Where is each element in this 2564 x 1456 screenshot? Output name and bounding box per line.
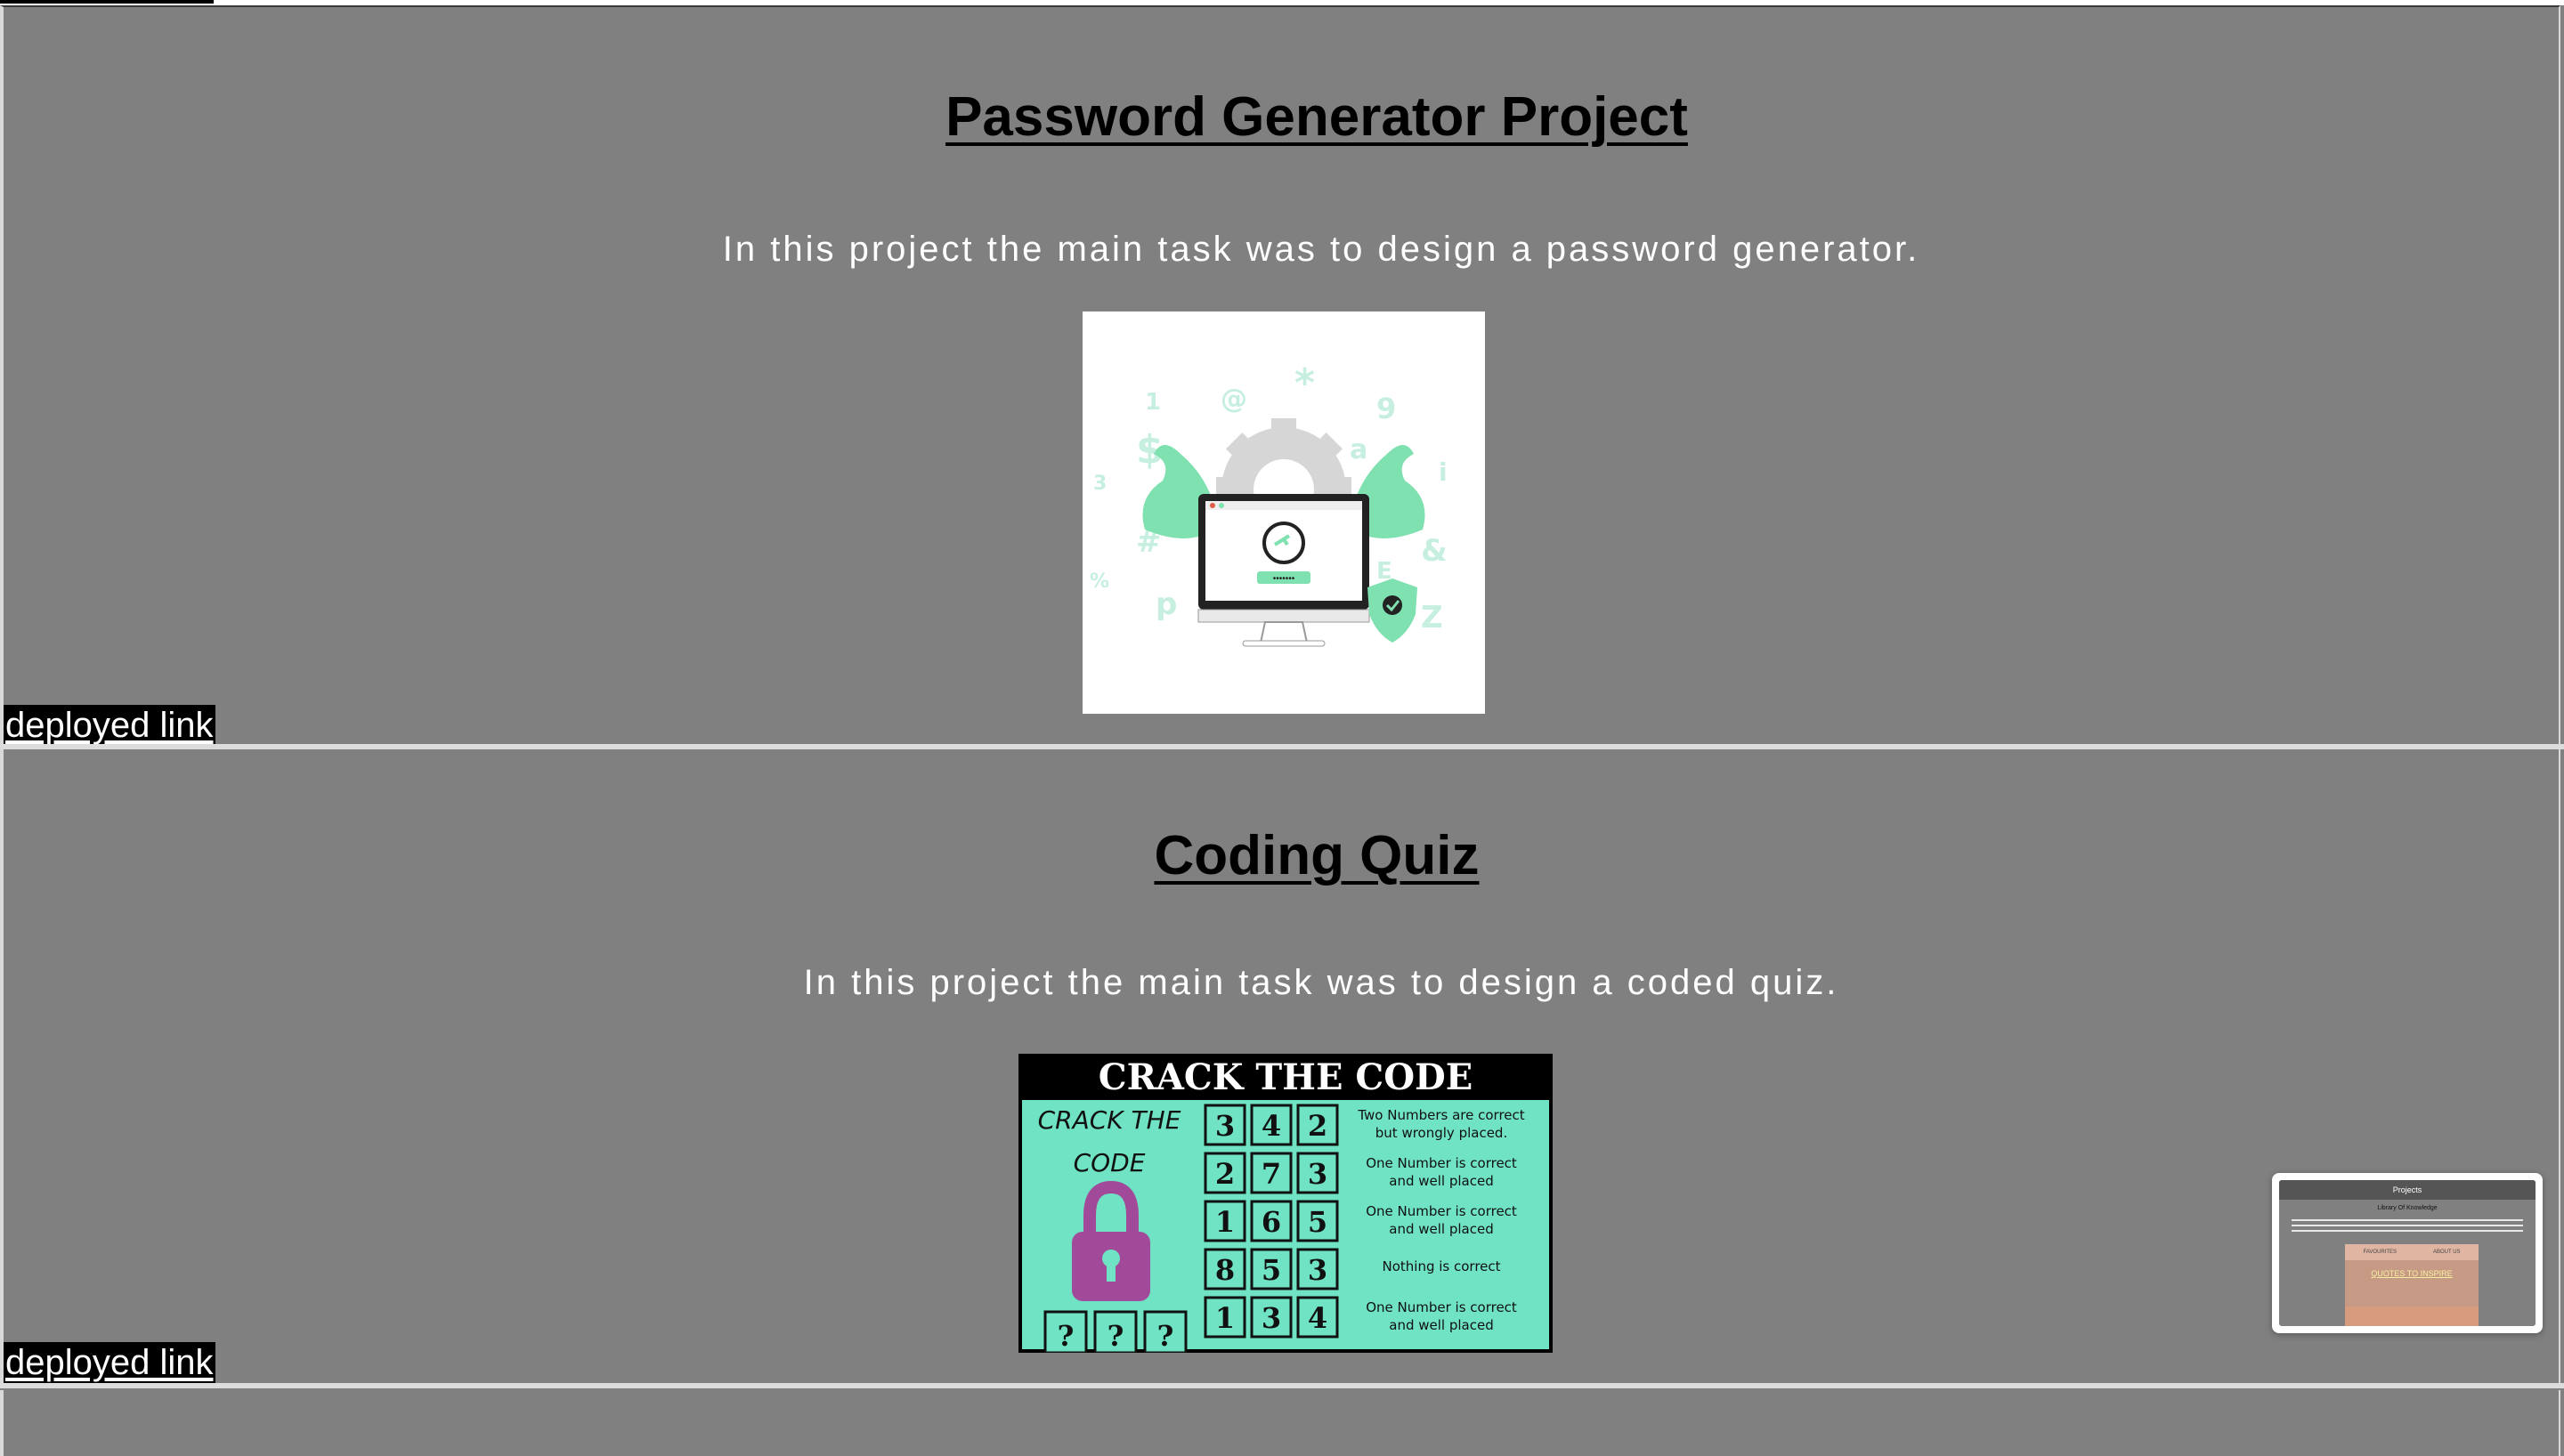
puzzle-side-title: CODE (1074, 1148, 1146, 1177)
digit: 1 (1215, 1205, 1235, 1239)
decorative-char: 3 (1093, 473, 1107, 495)
password-generator-illustration: 1 @ * 9 $ a 3 i # & % E p Z ••••••• (1083, 311, 1485, 714)
decorative-char: Z (1421, 600, 1443, 635)
preview-text-lines (2292, 1219, 2523, 1239)
decorative-char: * (1294, 360, 1315, 406)
deployed-link[interactable]: deployed link (4, 705, 215, 746)
section-divider (0, 1383, 2564, 1388)
digit: 3 (1262, 1301, 1281, 1335)
project-card-next (0, 1390, 2560, 1456)
puzzle-header: CRACK THE CODE (1099, 1056, 1473, 1098)
digit: 3 (1215, 1109, 1235, 1143)
project-card-password-generator: Password Generator Project In this proje… (0, 5, 2560, 748)
digit: 7 (1262, 1157, 1281, 1191)
project-title: Password Generator Project (945, 86, 1688, 148)
decorative-char: p (1156, 586, 1177, 622)
decorative-char: i (1439, 457, 1448, 487)
crack-the-code-puzzle: CRACK THE CODE CRACK THE CODE 3 4 2 Two Num… (1018, 1054, 1553, 1353)
decorative-char: 1 (1145, 389, 1161, 416)
digit: 3 (1308, 1253, 1327, 1287)
decorative-char: a (1350, 434, 1367, 465)
answer-mark: ? (1108, 1319, 1124, 1353)
digit: 2 (1215, 1157, 1235, 1191)
decorative-char: & (1421, 533, 1448, 569)
preview-header: Projects (2279, 1180, 2536, 1200)
clue-text: Nothing is correct (1382, 1258, 1500, 1274)
preview-canvas: Projects Library Of Knowledge FAVOURITES… (2279, 1180, 2536, 1326)
answer-mark: ? (1058, 1319, 1075, 1353)
digit: 1 (1215, 1301, 1235, 1335)
digit: 4 (1308, 1301, 1327, 1335)
project-description: In this project the main task was to des… (722, 230, 1920, 269)
preview-quote: QUOTES TO INSPIRE (2371, 1269, 2453, 1278)
preview-nav-right: ABOUT US (2432, 1250, 2461, 1255)
coding-quiz-image: CRACK THE CODE CRACK THE CODE 3 4 2 Two Num… (1018, 1054, 1553, 1353)
project-title: Coding Quiz (1154, 825, 1480, 886)
project-card-coding-quiz: Coding Quiz In this project the main tas… (0, 749, 2560, 1387)
previous-deployed-link-fragment[interactable] (0, 0, 214, 4)
decorative-char: % (1090, 570, 1109, 593)
password-generator-image: 1 @ * 9 $ a 3 i # & % E p Z ••••••• (1083, 311, 1485, 714)
digit: 8 (1215, 1253, 1235, 1287)
digit: 5 (1262, 1253, 1281, 1287)
preview-card: FAVOURITES ABOUT US QUOTES TO INSPIRE (2345, 1244, 2479, 1326)
portfolio-page: Password Generator Project In this proje… (0, 0, 2564, 1456)
preview-nav: FAVOURITES ABOUT US (2345, 1244, 2479, 1260)
preview-nav-left: FAVOURITES (2363, 1250, 2398, 1255)
svg-text:•••••••: ••••••• (1273, 574, 1295, 584)
preview-card-body (2345, 1306, 2479, 1326)
digit: 5 (1308, 1205, 1327, 1239)
digit: 3 (1308, 1157, 1327, 1191)
decorative-char: @ (1221, 384, 1247, 415)
digit: 4 (1262, 1109, 1281, 1143)
decorative-char: 9 (1376, 392, 1396, 425)
page-preview-thumbnail[interactable]: Projects Library Of Knowledge FAVOURITES… (2272, 1173, 2543, 1333)
project-description: In this project the main task was to des… (803, 963, 1839, 1002)
puzzle-side-title: CRACK THE (1038, 1105, 1181, 1135)
answer-mark: ? (1157, 1319, 1174, 1353)
digit: 6 (1262, 1205, 1281, 1239)
digit: 2 (1308, 1109, 1327, 1143)
preview-subtitle: Library Of Knowledge (2377, 1205, 2438, 1211)
deployed-link[interactable]: deployed link (4, 1342, 215, 1383)
